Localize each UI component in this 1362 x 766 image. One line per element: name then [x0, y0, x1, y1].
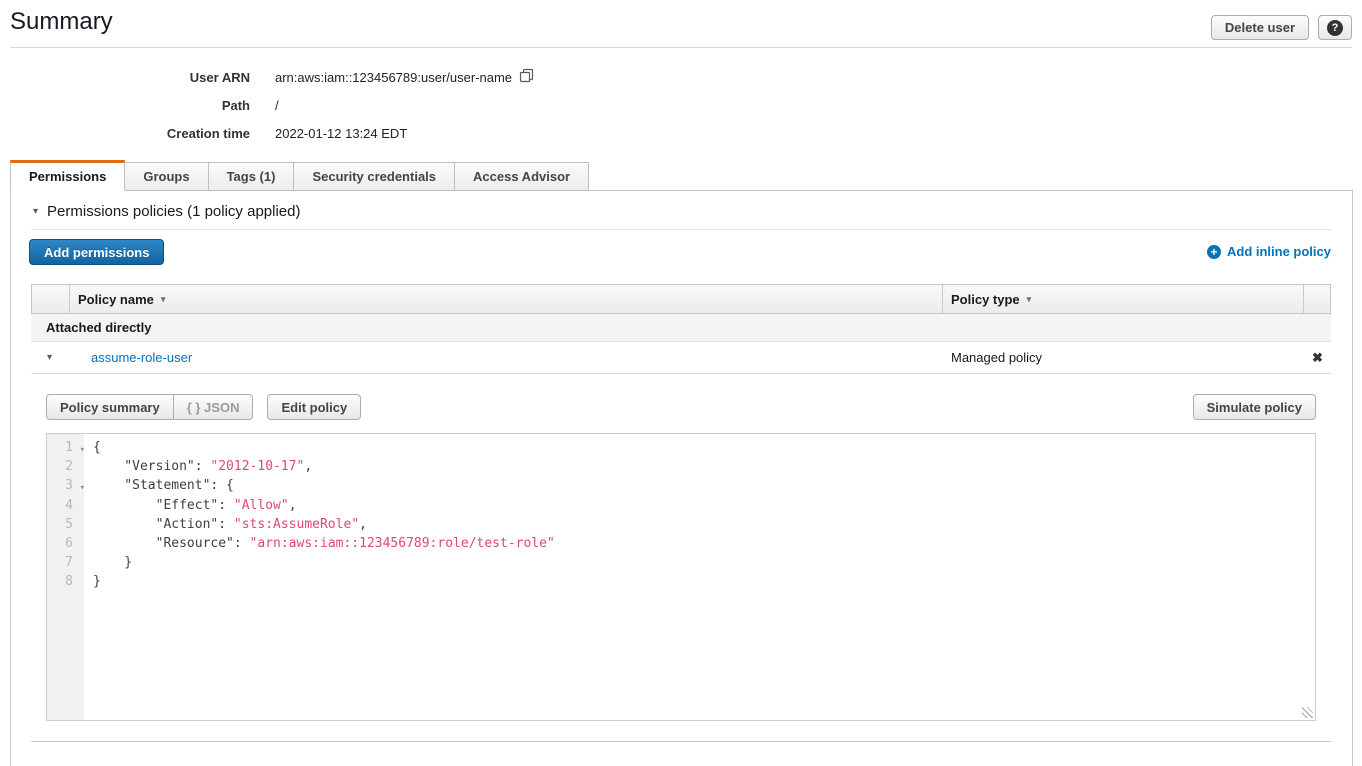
policy-type-cell: Managed policy	[943, 350, 1304, 365]
policies-table: Policy name ▾ Policy type ▾ Attached dir…	[31, 284, 1331, 742]
copy-icon[interactable]	[519, 68, 534, 86]
plus-icon: +	[1207, 245, 1221, 259]
attached-directly-group-row: Attached directly	[31, 314, 1331, 342]
gutter-line-number: 6	[47, 534, 84, 553]
gutter-line-number: 8	[47, 572, 84, 591]
section-divider	[31, 229, 1331, 230]
policy-type-column-header[interactable]: Policy type ▾	[942, 285, 1303, 313]
help-icon: ?	[1327, 20, 1343, 36]
path-row: Path /	[0, 91, 534, 119]
header-divider	[10, 47, 1352, 48]
code-line: "Action": "sts:AssumeRole",	[93, 515, 1315, 534]
tab-access-advisor[interactable]: Access Advisor	[455, 162, 589, 191]
policy-view-toggle: Policy summary { } JSON	[46, 394, 253, 420]
sort-caret-icon: ▾	[161, 294, 166, 305]
user-arn-row: User ARN arn:aws:iam::123456789:user/use…	[0, 63, 534, 91]
permissions-panel: ▾ Permissions policies (1 policy applied…	[10, 190, 1353, 766]
gutter-line-number: 3▾	[47, 476, 84, 495]
collapse-caret-icon: ▾	[33, 206, 38, 217]
user-details: User ARN arn:aws:iam::123456789:user/use…	[0, 63, 534, 147]
expand-column-header	[32, 285, 69, 313]
detach-policy-icon[interactable]: ✖	[1312, 350, 1323, 365]
gutter-line-number: 5	[47, 515, 84, 534]
tab-permissions[interactable]: Permissions	[10, 160, 125, 191]
policy-json-editor[interactable]: 1▾23▾45678 { "Version": "2012-10-17", "S…	[46, 433, 1316, 721]
path-value: /	[275, 98, 279, 113]
row-expand-toggle[interactable]: ▾	[31, 352, 68, 363]
code-line: "Resource": "arn:aws:iam::123456789:role…	[93, 534, 1315, 553]
code-line: }	[93, 553, 1315, 572]
policy-name-link[interactable]: assume-role-user	[91, 350, 192, 365]
policy-view-toolbar: Policy summary { } JSON Edit policy Simu…	[46, 394, 1316, 420]
sort-caret-icon: ▾	[1027, 294, 1032, 305]
policy-detail-area: Policy summary { } JSON Edit policy Simu…	[31, 373, 1331, 742]
edit-policy-button[interactable]: Edit policy	[267, 394, 361, 420]
tab-groups[interactable]: Groups	[125, 162, 208, 191]
delete-user-button[interactable]: Delete user	[1211, 15, 1309, 40]
page-title: Summary	[10, 8, 113, 36]
code-line: }	[93, 572, 1315, 591]
table-header: Policy name ▾ Policy type ▾	[31, 284, 1331, 314]
creation-time-value: 2022-01-12 13:24 EDT	[275, 126, 407, 141]
tab-security-credentials[interactable]: Security credentials	[294, 162, 455, 191]
editor-code[interactable]: { "Version": "2012-10-17", "Statement": …	[84, 434, 1315, 720]
path-label: Path	[0, 98, 250, 113]
code-line: "Effect": "Allow",	[93, 496, 1315, 515]
add-inline-policy-link[interactable]: + Add inline policy	[1207, 244, 1331, 259]
actions-column-header	[1303, 285, 1330, 313]
table-row: ▾ assume-role-user Managed policy ✖	[31, 342, 1331, 373]
gutter-line-number: 1▾	[47, 438, 84, 457]
gutter-line-number: 2	[47, 457, 84, 476]
user-arn-value: arn:aws:iam::123456789:user/user-name	[275, 70, 512, 85]
permissions-policies-title: Permissions policies (1 policy applied)	[47, 203, 300, 220]
add-permissions-button[interactable]: Add permissions	[29, 239, 164, 265]
simulate-policy-button[interactable]: Simulate policy	[1193, 394, 1316, 420]
creation-time-label: Creation time	[0, 126, 250, 141]
policy-actions-row: Add permissions + Add inline policy	[29, 239, 1331, 267]
code-line: "Version": "2012-10-17",	[93, 457, 1315, 476]
policy-summary-button[interactable]: Policy summary	[46, 394, 174, 420]
header-actions: Delete user ?	[1211, 15, 1352, 40]
tab-tags[interactable]: Tags (1)	[209, 162, 295, 191]
code-line: "Statement": {	[93, 476, 1315, 495]
help-button[interactable]: ?	[1318, 15, 1352, 40]
tab-bar: Permissions Groups Tags (1) Security cre…	[10, 162, 589, 191]
gutter-line-number: 4	[47, 496, 84, 515]
permissions-policies-section-toggle[interactable]: ▾ Permissions policies (1 policy applied…	[33, 203, 300, 220]
editor-gutter: 1▾23▾45678	[47, 434, 84, 720]
editor-resize-handle[interactable]	[1302, 707, 1313, 718]
code-line: {	[93, 438, 1315, 457]
user-arn-label: User ARN	[0, 70, 250, 85]
policy-name-column-header[interactable]: Policy name ▾	[69, 285, 942, 313]
gutter-line-number: 7	[47, 553, 84, 572]
json-view-button[interactable]: { } JSON	[174, 394, 254, 420]
row-caret-icon: ▾	[47, 352, 52, 363]
creation-time-row: Creation time 2022-01-12 13:24 EDT	[0, 119, 534, 147]
